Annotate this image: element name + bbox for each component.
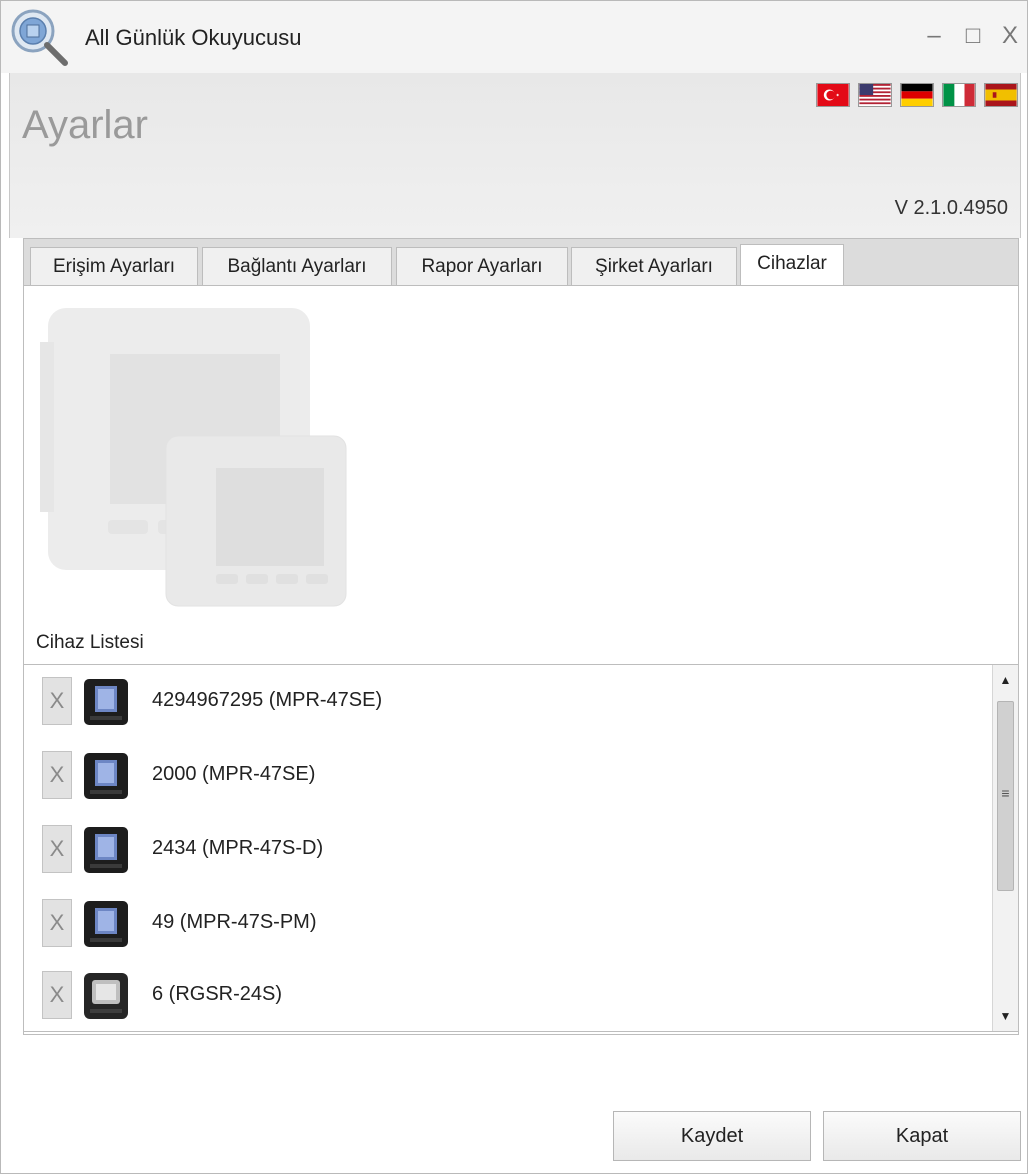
rgsr-relay-icon <box>84 973 128 1019</box>
devices-tab-panel: Cihaz Listesi X 4294967295 (MPR-47SE) X <box>23 285 1019 1035</box>
scroll-up-arrow-icon[interactable]: ▲ <box>993 665 1018 695</box>
tab-company-settings[interactable]: Şirket Ayarları <box>571 247 737 287</box>
list-item[interactable]: X 2434 (MPR-47S-D) <box>24 813 984 883</box>
title-bar[interactable]: All Günlük Okuyucusu – □ X <box>1 1 1027 73</box>
mpr-meter-icon <box>84 901 128 947</box>
germany-flag-icon[interactable] <box>900 83 934 107</box>
spain-flag-icon[interactable] <box>984 83 1018 107</box>
maximize-button[interactable]: □ <box>958 21 988 51</box>
mpr-meter-icon <box>84 753 128 799</box>
device-list: X 4294967295 (MPR-47SE) X 2000 (MPR-47SE… <box>24 664 1018 1032</box>
tab-devices[interactable]: Cihazlar <box>740 244 844 288</box>
close-button[interactable]: Kapat <box>823 1111 1021 1161</box>
mpr-meter-icon <box>84 827 128 873</box>
list-item[interactable]: X 2000 (MPR-47SE) <box>24 739 984 809</box>
window-title: All Günlük Okuyucusu <box>85 25 302 50</box>
energy-meter-illustration <box>40 308 347 607</box>
list-item[interactable]: X 6 (RGSR-24S) <box>24 959 984 1029</box>
scroll-down-arrow-icon[interactable]: ▼ <box>993 1001 1018 1031</box>
device-name: 6 (RGSR-24S) <box>152 983 283 1005</box>
remove-device-button[interactable]: X <box>42 971 72 1019</box>
scrollbar-thumb[interactable]: ≡ <box>997 701 1014 891</box>
list-item[interactable]: X 49 (MPR-47S-PM) <box>24 887 984 957</box>
remove-device-button[interactable]: X <box>42 825 72 873</box>
save-button[interactable]: Kaydet <box>613 1111 811 1161</box>
tab-report-settings[interactable]: Rapor Ayarları <box>396 247 568 287</box>
settings-window: All Günlük Okuyucusu – □ X Ayarlar V 2.1… <box>0 0 1028 1174</box>
remove-device-button[interactable]: X <box>42 899 72 947</box>
tab-connection-settings[interactable]: Bağlantı Ayarları <box>202 247 392 287</box>
page-title: Ayarlar <box>22 103 148 147</box>
tab-access-settings[interactable]: Erişim Ayarları <box>30 247 198 287</box>
device-list-scrollbar[interactable]: ▲ ≡ ▼ <box>992 665 1018 1031</box>
device-name: 2434 (MPR-47S-D) <box>152 837 324 859</box>
language-selector <box>816 83 1018 107</box>
close-window-button[interactable]: X <box>995 21 1025 51</box>
device-name: 2000 (MPR-47SE) <box>152 763 316 785</box>
tab-strip: Erişim Ayarları Bağlantı Ayarları Rapor … <box>23 238 1019 288</box>
turkey-flag-icon[interactable] <box>816 83 850 107</box>
version-label: V 2.1.0.4950 <box>894 197 1008 219</box>
device-name: 49 (MPR-47S-PM) <box>152 911 317 933</box>
minimize-button[interactable]: – <box>919 21 949 51</box>
list-item[interactable]: X 4294967295 (MPR-47SE) <box>24 665 984 735</box>
remove-device-button[interactable]: X <box>42 751 72 799</box>
mpr-meter-icon <box>84 679 128 725</box>
device-name: 4294967295 (MPR-47SE) <box>152 689 383 711</box>
magnifier-app-icon <box>11 9 68 66</box>
italy-flag-icon[interactable] <box>942 83 976 107</box>
grip-lines-icon: ≡ <box>1001 785 1010 801</box>
usa-flag-icon[interactable] <box>858 83 892 107</box>
device-list-label: Cihaz Listesi <box>36 632 144 653</box>
page-header: Ayarlar V 2.1.0.4950 <box>9 73 1021 238</box>
remove-device-button[interactable]: X <box>42 677 72 725</box>
